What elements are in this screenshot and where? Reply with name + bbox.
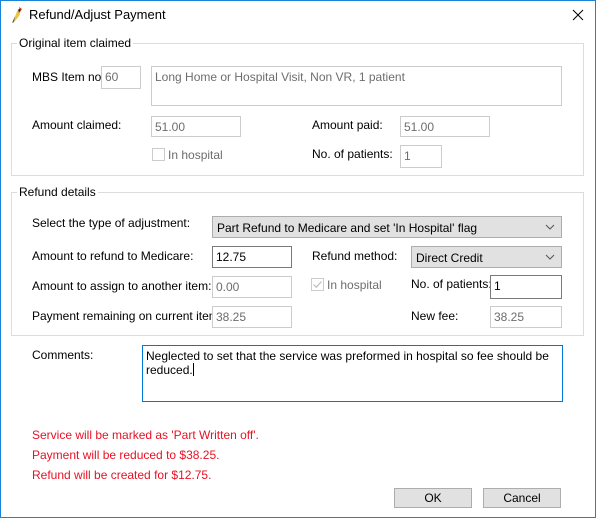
ok-button[interactable]: OK — [394, 488, 472, 508]
status-message: Service will be marked as 'Part Written … — [32, 428, 259, 442]
original-in-hospital-checkbox[interactable] — [152, 148, 165, 161]
amount-paid-field[interactable]: 51.00 — [400, 116, 490, 137]
new-fee-label: New fee: — [411, 309, 459, 323]
item-description-field[interactable]: Long Home or Hospital Visit, Non VR, 1 p… — [151, 66, 562, 106]
refund-patients-label: No. of patients: — [411, 277, 492, 291]
chevron-down-icon — [545, 254, 555, 260]
refund-in-hospital-checkbox[interactable] — [311, 278, 324, 291]
chevron-down-icon — [545, 224, 555, 230]
mbs-item-label: MBS Item no: — [32, 70, 105, 84]
assign-amount-label: Amount to assign to another item: — [32, 279, 212, 293]
amount-paid-label: Amount paid: — [312, 118, 383, 132]
cancel-button[interactable]: Cancel — [483, 488, 561, 508]
original-patients-label: No. of patients: — [312, 147, 393, 161]
status-message: Payment will be reduced to $38.25. — [32, 448, 220, 462]
refund-patients-input[interactable]: 1 — [490, 275, 562, 299]
close-button[interactable] — [564, 3, 592, 27]
original-patients-field[interactable]: 1 — [400, 145, 442, 168]
adjustment-type-label: Select the type of adjustment: — [32, 216, 191, 230]
remaining-label: Payment remaining on current item: — [32, 309, 223, 323]
close-icon — [572, 9, 584, 21]
original-in-hospital-label: In hospital — [168, 148, 223, 162]
adjustment-type-select[interactable]: Part Refund to Medicare and set 'In Hosp… — [212, 216, 562, 238]
original-item-group — [11, 43, 584, 176]
refund-adjust-payment-dialog: Refund/Adjust Payment Original item clai… — [0, 0, 596, 518]
amount-claimed-field[interactable]: 51.00 — [151, 116, 241, 137]
new-fee-field[interactable]: 38.25 — [490, 306, 562, 328]
assign-amount-field[interactable]: 0.00 — [212, 276, 292, 298]
refund-method-select[interactable]: Direct Credit — [411, 246, 562, 268]
text-cursor — [192, 363, 194, 376]
finch-bird-icon — [12, 7, 22, 23]
adjustment-type-value: Part Refund to Medicare and set 'In Hosp… — [217, 221, 478, 235]
refund-in-hospital-label: In hospital — [327, 278, 382, 292]
comments-label: Comments: — [32, 348, 94, 362]
checkmark-icon — [313, 281, 322, 289]
mbs-item-field[interactable]: 60 — [101, 66, 141, 89]
refund-method-value: Direct Credit — [416, 251, 483, 265]
remaining-field[interactable]: 38.25 — [212, 306, 292, 328]
amount-claimed-label: Amount claimed: — [32, 118, 122, 132]
window-title: Refund/Adjust Payment — [29, 7, 166, 22]
refund-method-label: Refund method: — [312, 249, 398, 263]
status-message: Refund will be created for $12.75. — [32, 468, 212, 482]
title-bar: Refund/Adjust Payment — [1, 1, 595, 29]
original-item-legend: Original item claimed — [17, 36, 134, 50]
refund-details-legend: Refund details — [17, 185, 98, 199]
comments-text: Neglected to set that the service was pr… — [146, 349, 549, 377]
refund-amount-label: Amount to refund to Medicare: — [32, 249, 194, 263]
refund-amount-input[interactable]: 12.75 — [212, 246, 292, 268]
comments-textarea[interactable]: Neglected to set that the service was pr… — [142, 345, 563, 402]
